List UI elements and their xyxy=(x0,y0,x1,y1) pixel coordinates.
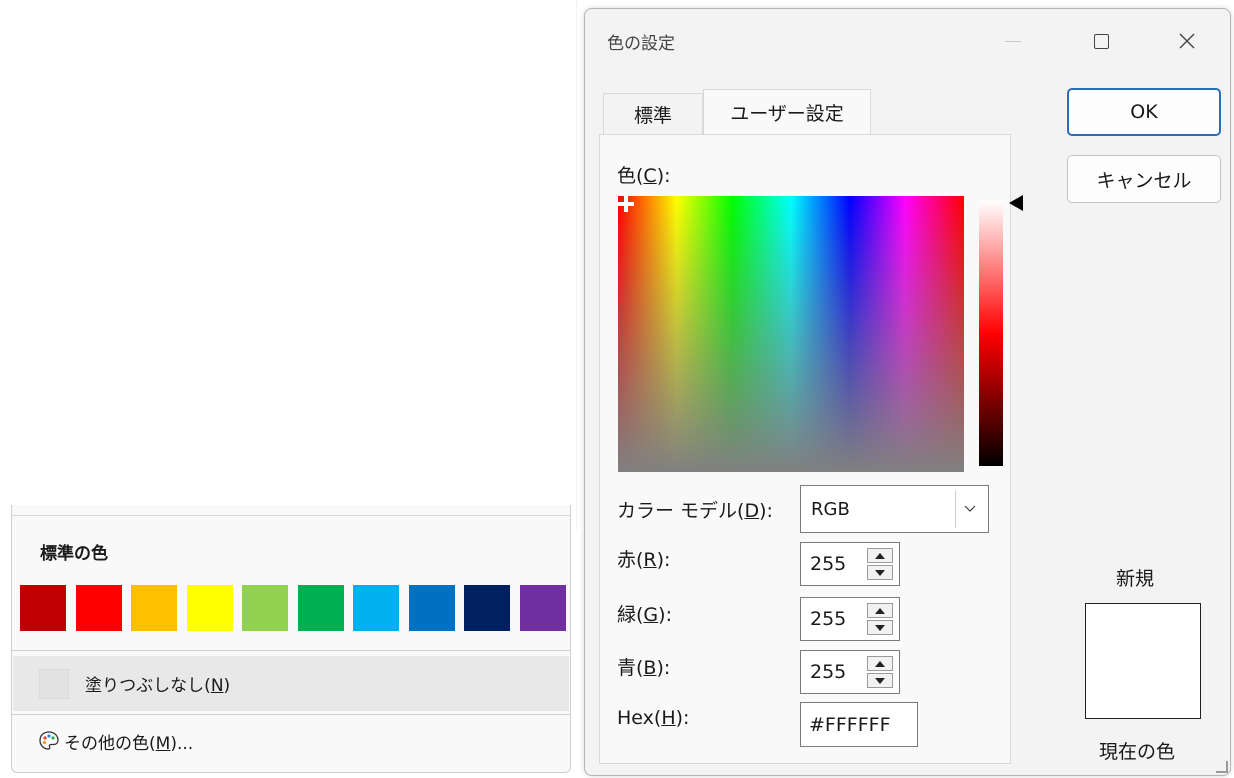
minimize-button[interactable] xyxy=(993,23,1033,59)
dropdown-button[interactable] xyxy=(955,490,984,528)
menu-divider xyxy=(12,714,570,715)
blue-value: 255 xyxy=(810,661,847,683)
color-swatch-green[interactable] xyxy=(297,585,344,631)
luminance-arrow-icon[interactable] xyxy=(1009,195,1023,211)
color-model-select[interactable]: RGB xyxy=(800,485,989,533)
arrow-up-icon xyxy=(875,607,885,614)
tab-standard[interactable]: 標準 xyxy=(603,93,703,135)
new-color-label: 新規 xyxy=(1116,568,1155,590)
spectrum-crosshair-icon xyxy=(618,196,634,212)
maximize-button[interactable] xyxy=(1081,23,1121,59)
red-decrement-button[interactable] xyxy=(867,565,893,580)
arrow-down-icon xyxy=(875,677,885,684)
close-icon xyxy=(1179,33,1195,49)
close-button[interactable] xyxy=(1167,23,1207,59)
color-spectrum[interactable] xyxy=(618,196,964,472)
standard-color-swatches xyxy=(20,585,575,631)
blue-increment-button[interactable] xyxy=(867,656,893,671)
blue-label: 青(B): xyxy=(617,657,671,679)
red-spinbox[interactable]: 255 xyxy=(800,542,900,586)
red-value: 255 xyxy=(810,553,847,575)
color-swatch-yellow[interactable] xyxy=(186,585,233,631)
no-fill-menu-item[interactable]: 塗りつぶしなし(N) xyxy=(13,656,569,711)
ok-button[interactable]: OK xyxy=(1067,88,1221,136)
arrow-down-icon xyxy=(875,624,885,631)
color-swatch-dark-blue[interactable] xyxy=(464,585,510,631)
sheet-gridline xyxy=(576,0,577,530)
green-label: 緑(G): xyxy=(617,604,672,626)
red-spinner xyxy=(867,548,893,580)
color-dialog: 色の設定 標準 ユーザー設定 色(C): カラー モデル(D): RGB 赤(R… xyxy=(584,8,1231,776)
color-model-label: カラー モデル(D): xyxy=(617,500,773,522)
green-increment-button[interactable] xyxy=(867,603,893,618)
resize-grip-icon[interactable] xyxy=(1216,761,1228,773)
color-swatch-red[interactable] xyxy=(75,585,122,631)
green-spinner xyxy=(867,603,893,635)
no-fill-label: 塗りつぶしなし(N) xyxy=(85,676,231,696)
menu-top-divider xyxy=(12,515,570,516)
standard-colors-heading: 標準の色 xyxy=(40,544,108,564)
blue-spinner xyxy=(867,656,893,688)
blue-decrement-button[interactable] xyxy=(867,673,893,688)
red-label: 赤(R): xyxy=(617,549,671,571)
current-color-label: 現在の色 xyxy=(1099,741,1176,763)
color-swatch-dark-red[interactable] xyxy=(20,585,66,631)
color-preview xyxy=(1085,603,1201,719)
color-swatch-light-green[interactable] xyxy=(242,585,288,631)
menu-divider xyxy=(12,650,570,651)
minimize-icon xyxy=(1005,40,1021,42)
more-colors-menu-item[interactable]: その他の色(M)... xyxy=(13,717,569,765)
chevron-down-icon xyxy=(964,505,976,512)
dialog-title: 色の設定 xyxy=(607,34,675,54)
green-decrement-button[interactable] xyxy=(867,620,893,635)
arrow-up-icon xyxy=(875,660,885,667)
color-dropdown-menu: 標準の色 塗りつぶしなし(N) その他の色(M)... xyxy=(11,505,571,773)
palette-icon xyxy=(39,731,59,750)
arrow-down-icon xyxy=(875,569,885,576)
color-label: 色(C): xyxy=(617,165,671,187)
luminance-slider[interactable] xyxy=(979,201,1003,466)
color-swatch-blue[interactable] xyxy=(408,585,455,631)
arrow-up-icon xyxy=(875,552,885,559)
color-model-value: RGB xyxy=(811,498,850,520)
cancel-button[interactable]: キャンセル xyxy=(1067,155,1221,203)
blue-spinbox[interactable]: 255 xyxy=(800,650,900,694)
green-value: 255 xyxy=(810,608,847,630)
red-increment-button[interactable] xyxy=(867,548,893,563)
color-swatch-purple[interactable] xyxy=(519,585,566,631)
color-swatch-orange[interactable] xyxy=(131,585,177,631)
more-colors-label: その他の色(M)... xyxy=(64,733,194,754)
maximize-icon xyxy=(1093,33,1109,49)
no-fill-swatch-icon xyxy=(39,668,69,699)
hex-input[interactable]: #FFFFFF xyxy=(800,702,918,747)
color-swatch-light-blue[interactable] xyxy=(353,585,399,631)
hex-label: Hex(H): xyxy=(617,707,690,729)
green-spinbox[interactable]: 255 xyxy=(800,597,900,641)
tab-custom[interactable]: ユーザー設定 xyxy=(703,89,871,135)
